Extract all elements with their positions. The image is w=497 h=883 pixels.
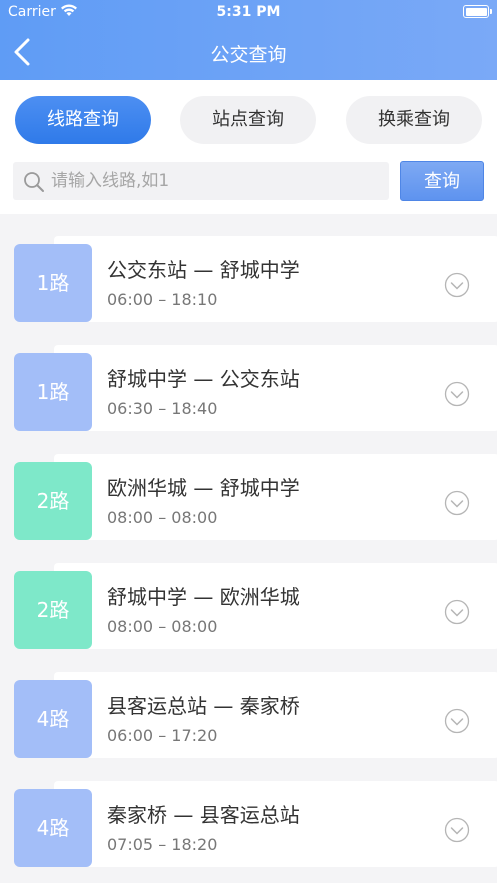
chevron-down-icon[interactable] [444, 817, 470, 843]
route-badge: 2路 [14, 462, 92, 540]
route-name: 舒城中学 — 欧洲华城 [107, 585, 300, 609]
search-box [13, 162, 389, 200]
list-item[interactable]: 1路 公交东站 — 舒城中学 06:00 – 18:10 [14, 236, 497, 322]
route-hours: 08:00 – 08:00 [107, 508, 218, 527]
route-badge: 1路 [14, 244, 92, 322]
query-tabs: 线路查询 站点查询 换乘查询 [0, 96, 497, 146]
battery-icon [463, 5, 492, 18]
status-bar: Carrier 5:31 PM [0, 0, 497, 26]
route-name: 欧洲华城 — 舒城中学 [107, 476, 300, 500]
search-icon [24, 172, 44, 192]
route-hours: 07:05 – 18:20 [107, 835, 218, 854]
tab-route-query[interactable]: 线路查询 [15, 96, 151, 144]
route-badge: 2路 [14, 571, 92, 649]
app-header: Carrier 5:31 PM 公交查询 [0, 0, 497, 80]
route-hours: 06:00 – 18:10 [107, 290, 218, 309]
route-badge: 1路 [14, 353, 92, 431]
route-name: 秦家桥 — 县客运总站 [107, 803, 300, 827]
list-item[interactable]: 2路 舒城中学 — 欧洲华城 08:00 – 08:00 [14, 563, 497, 649]
list-item[interactable]: 2路 欧洲华城 — 舒城中学 08:00 – 08:00 [14, 454, 497, 540]
page-title: 公交查询 [210, 44, 287, 66]
chevron-down-icon[interactable] [444, 708, 470, 734]
route-hours: 06:00 – 17:20 [107, 726, 218, 745]
list-item[interactable]: 4路 县客运总站 — 秦家桥 06:00 – 17:20 [14, 672, 497, 758]
route-name: 舒城中学 — 公交东站 [107, 367, 300, 391]
search-button[interactable]: 查询 [400, 161, 484, 201]
tab-transfer-query[interactable]: 换乘查询 [346, 96, 482, 144]
route-name: 县客运总站 — 秦家桥 [107, 694, 300, 718]
route-hours: 06:30 – 18:40 [107, 399, 218, 418]
chevron-down-icon[interactable] [444, 381, 470, 407]
query-panel: 线路查询 站点查询 换乘查询 查询 [0, 80, 497, 214]
route-hours: 08:00 – 08:00 [107, 617, 218, 636]
list-item[interactable]: 4路 秦家桥 — 县客运总站 07:05 – 18:20 [14, 781, 497, 867]
search-input[interactable] [51, 162, 381, 200]
chevron-down-icon[interactable] [444, 490, 470, 516]
route-badge: 4路 [14, 789, 92, 867]
clock: 5:31 PM [216, 4, 281, 20]
chevron-down-icon[interactable] [444, 599, 470, 625]
route-name: 公交东站 — 舒城中学 [107, 258, 300, 282]
tab-stop-query[interactable]: 站点查询 [180, 96, 316, 144]
route-badge: 4路 [14, 680, 92, 758]
nav-bar: 公交查询 [0, 30, 497, 74]
chevron-down-icon[interactable] [444, 272, 470, 298]
list-item[interactable]: 1路 舒城中学 — 公交东站 06:30 – 18:40 [14, 345, 497, 431]
